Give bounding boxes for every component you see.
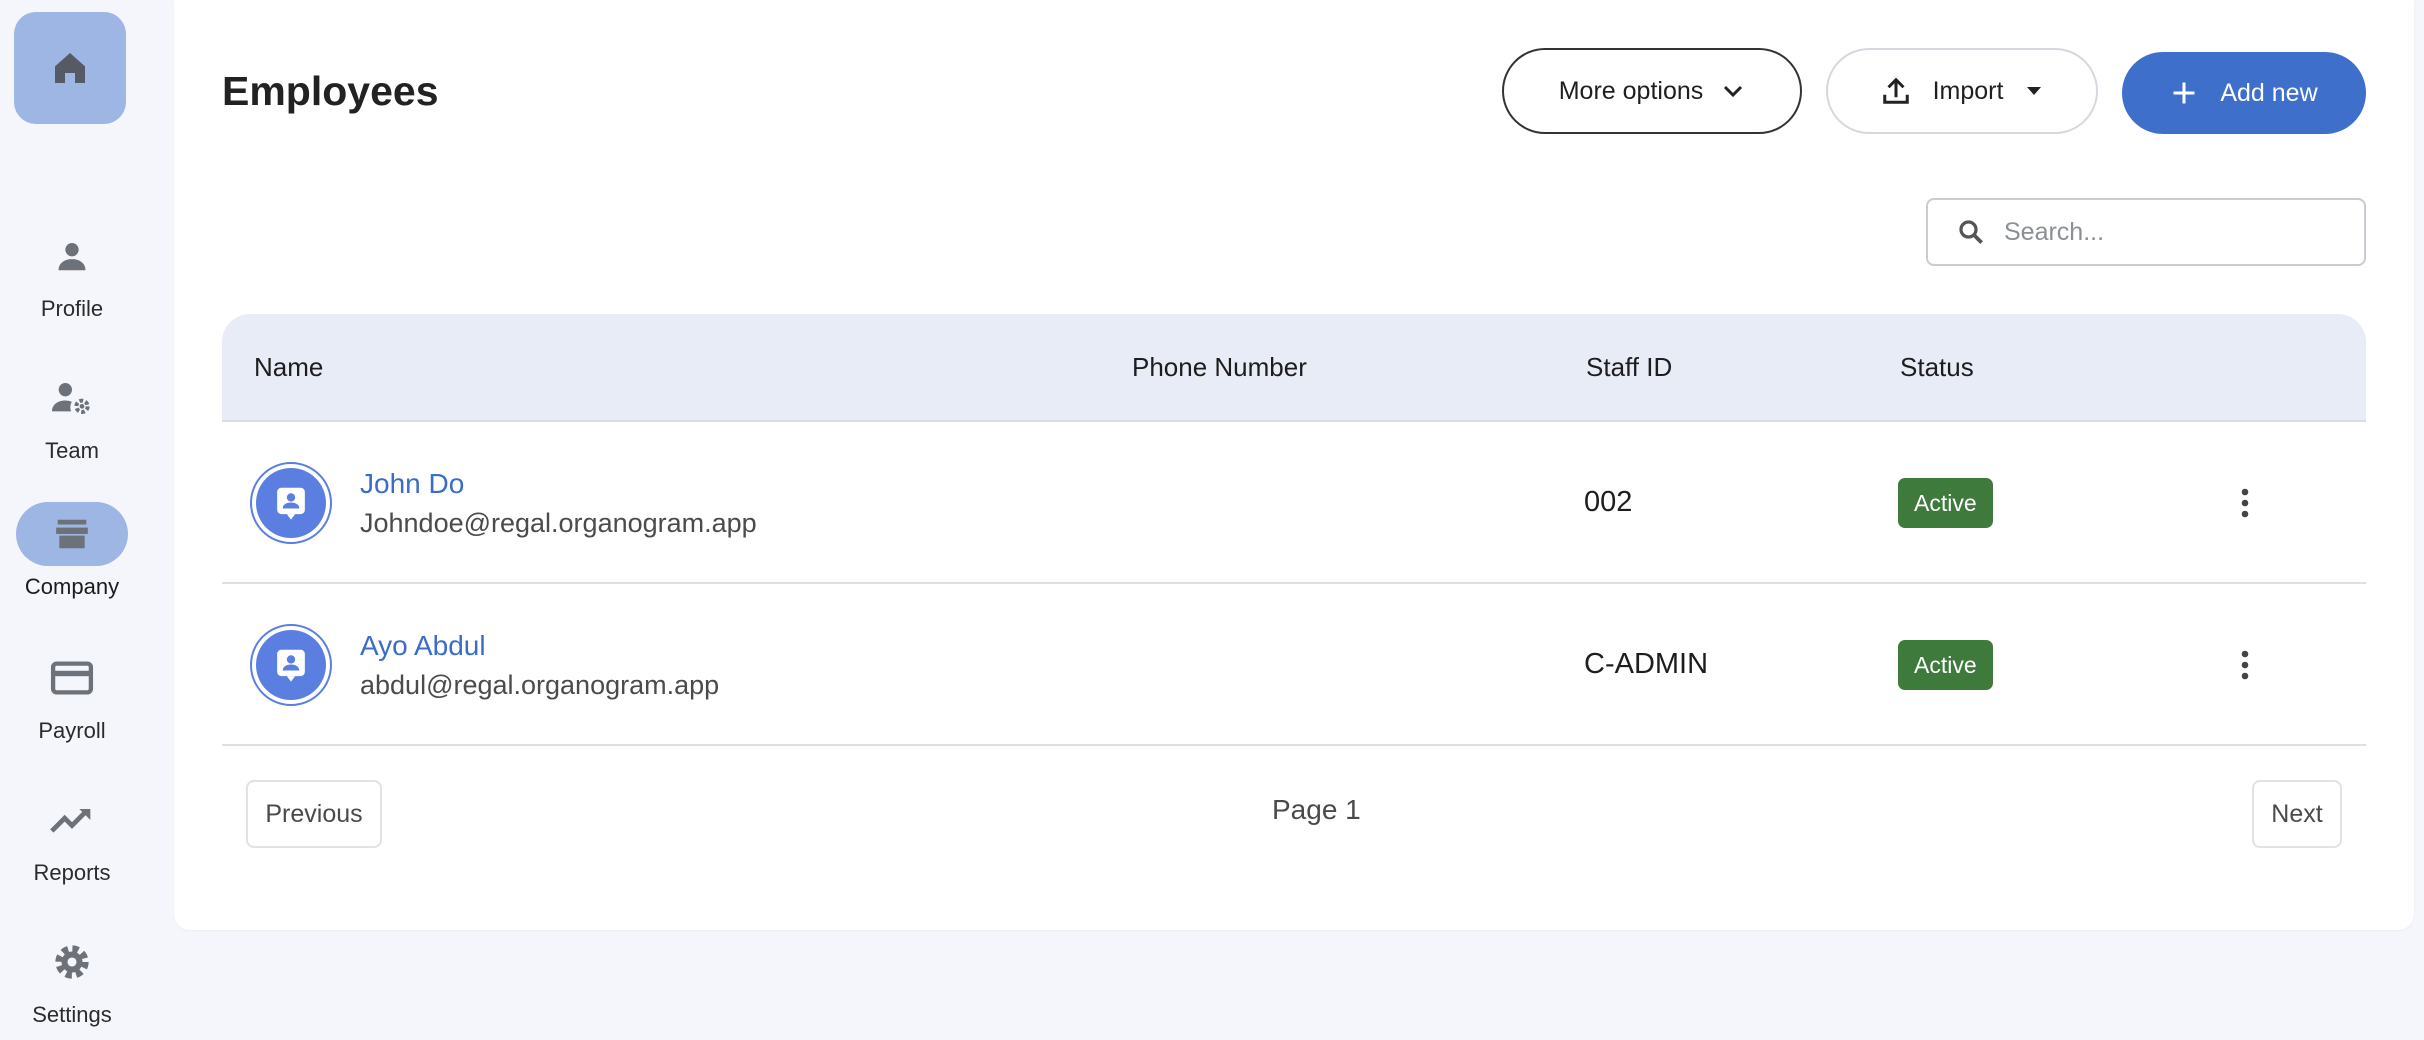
avatar	[250, 624, 332, 706]
person-icon	[58, 243, 86, 271]
avatar-fill	[256, 468, 326, 538]
sidebar-item-label: Profile	[40, 296, 104, 321]
nav-icon-holder	[16, 224, 128, 288]
upload-icon	[1882, 77, 1909, 104]
page-indicator: Page 1	[1272, 794, 1361, 825]
home-icon	[55, 53, 85, 83]
caret-down-icon	[2027, 87, 2042, 95]
column-header-staff-id[interactable]: Staff ID	[1586, 352, 1672, 383]
column-header-phone[interactable]: Phone Number	[1132, 352, 1307, 383]
sidebar-item-label: Company	[24, 574, 120, 599]
add-new-label: Add new	[2220, 78, 2318, 107]
import-button[interactable]: Import	[1826, 48, 2098, 134]
staff-id: C-ADMIN	[1584, 648, 1709, 680]
sidebar-item-company[interactable]: Company	[0, 502, 144, 612]
more-options-button[interactable]: More options	[1502, 48, 1802, 134]
sidebar-item-label: Settings	[32, 1002, 112, 1027]
store-icon	[56, 519, 88, 549]
table-row[interactable]: John Do Johndoe@regal.organogram.app 002…	[222, 422, 2366, 584]
table-row[interactable]: Ayo Abdul abdul@regal.organogram.app C-A…	[222, 584, 2366, 746]
status-badge: Active	[1898, 478, 1993, 528]
contact-icon	[277, 649, 305, 682]
row-actions-button[interactable]	[2222, 480, 2268, 526]
sidebar-item-reports[interactable]: Reports	[0, 788, 144, 898]
plus-icon	[2173, 82, 2195, 104]
nav-icon-holder	[16, 366, 128, 430]
search-box[interactable]	[1926, 198, 2366, 266]
team-settings-icon	[52, 383, 90, 415]
more-vert-icon	[2241, 488, 2249, 518]
next-page-button[interactable]: Next	[2252, 780, 2342, 848]
sidebar-item-team[interactable]: Team	[0, 366, 144, 476]
employee-name[interactable]: Ayo Abdul	[360, 630, 486, 662]
row-actions-button[interactable]	[2222, 642, 2268, 688]
page-title: Employees	[222, 68, 439, 114]
avatar	[250, 462, 332, 544]
avatar-fill	[256, 630, 326, 700]
employees-card: Employees More options Import Add new Na…	[174, 0, 2414, 930]
chevron-down-icon	[1724, 85, 1743, 98]
sidebar-item-settings[interactable]: Settings	[0, 930, 144, 1040]
gear-icon	[55, 945, 89, 979]
column-header-status[interactable]: Status	[1900, 352, 1974, 383]
staff-id: 002	[1584, 486, 1633, 518]
employee-email: abdul@regal.organogram.app	[360, 670, 720, 700]
sidebar-item-payroll[interactable]: Payroll	[0, 646, 144, 756]
trending-up-icon	[50, 809, 91, 833]
sidebar-item-label: Payroll	[38, 718, 106, 743]
sidebar-item-label: Team	[45, 438, 99, 463]
sidebar: Profile Team Company Payroll Reports Set…	[0, 0, 150, 1040]
sidebar-item-profile[interactable]: Profile	[0, 224, 144, 334]
column-header-name[interactable]: Name	[254, 352, 323, 383]
more-options-label: More options	[1558, 76, 1704, 105]
search-input[interactable]	[2004, 217, 2344, 247]
status-badge: Active	[1898, 640, 1993, 690]
table-header: Name Phone Number Staff ID Status	[222, 314, 2366, 422]
employee-name[interactable]: John Do	[360, 468, 464, 500]
employee-email: Johndoe@regal.organogram.app	[360, 508, 757, 538]
search-icon	[1959, 220, 1983, 244]
home-button[interactable]	[14, 12, 126, 124]
nav-icon-holder	[16, 502, 128, 566]
credit-card-icon	[50, 661, 94, 695]
more-vert-icon	[2241, 650, 2249, 680]
add-new-button[interactable]: Add new	[2122, 52, 2366, 134]
nav-icon-holder	[16, 788, 128, 852]
nav-icon-holder	[16, 930, 128, 994]
import-label: Import	[1932, 76, 2004, 105]
nav-icon-holder	[16, 646, 128, 710]
sidebar-item-label: Reports	[33, 860, 111, 885]
contact-icon	[277, 487, 305, 520]
previous-page-button[interactable]: Previous	[246, 780, 382, 848]
